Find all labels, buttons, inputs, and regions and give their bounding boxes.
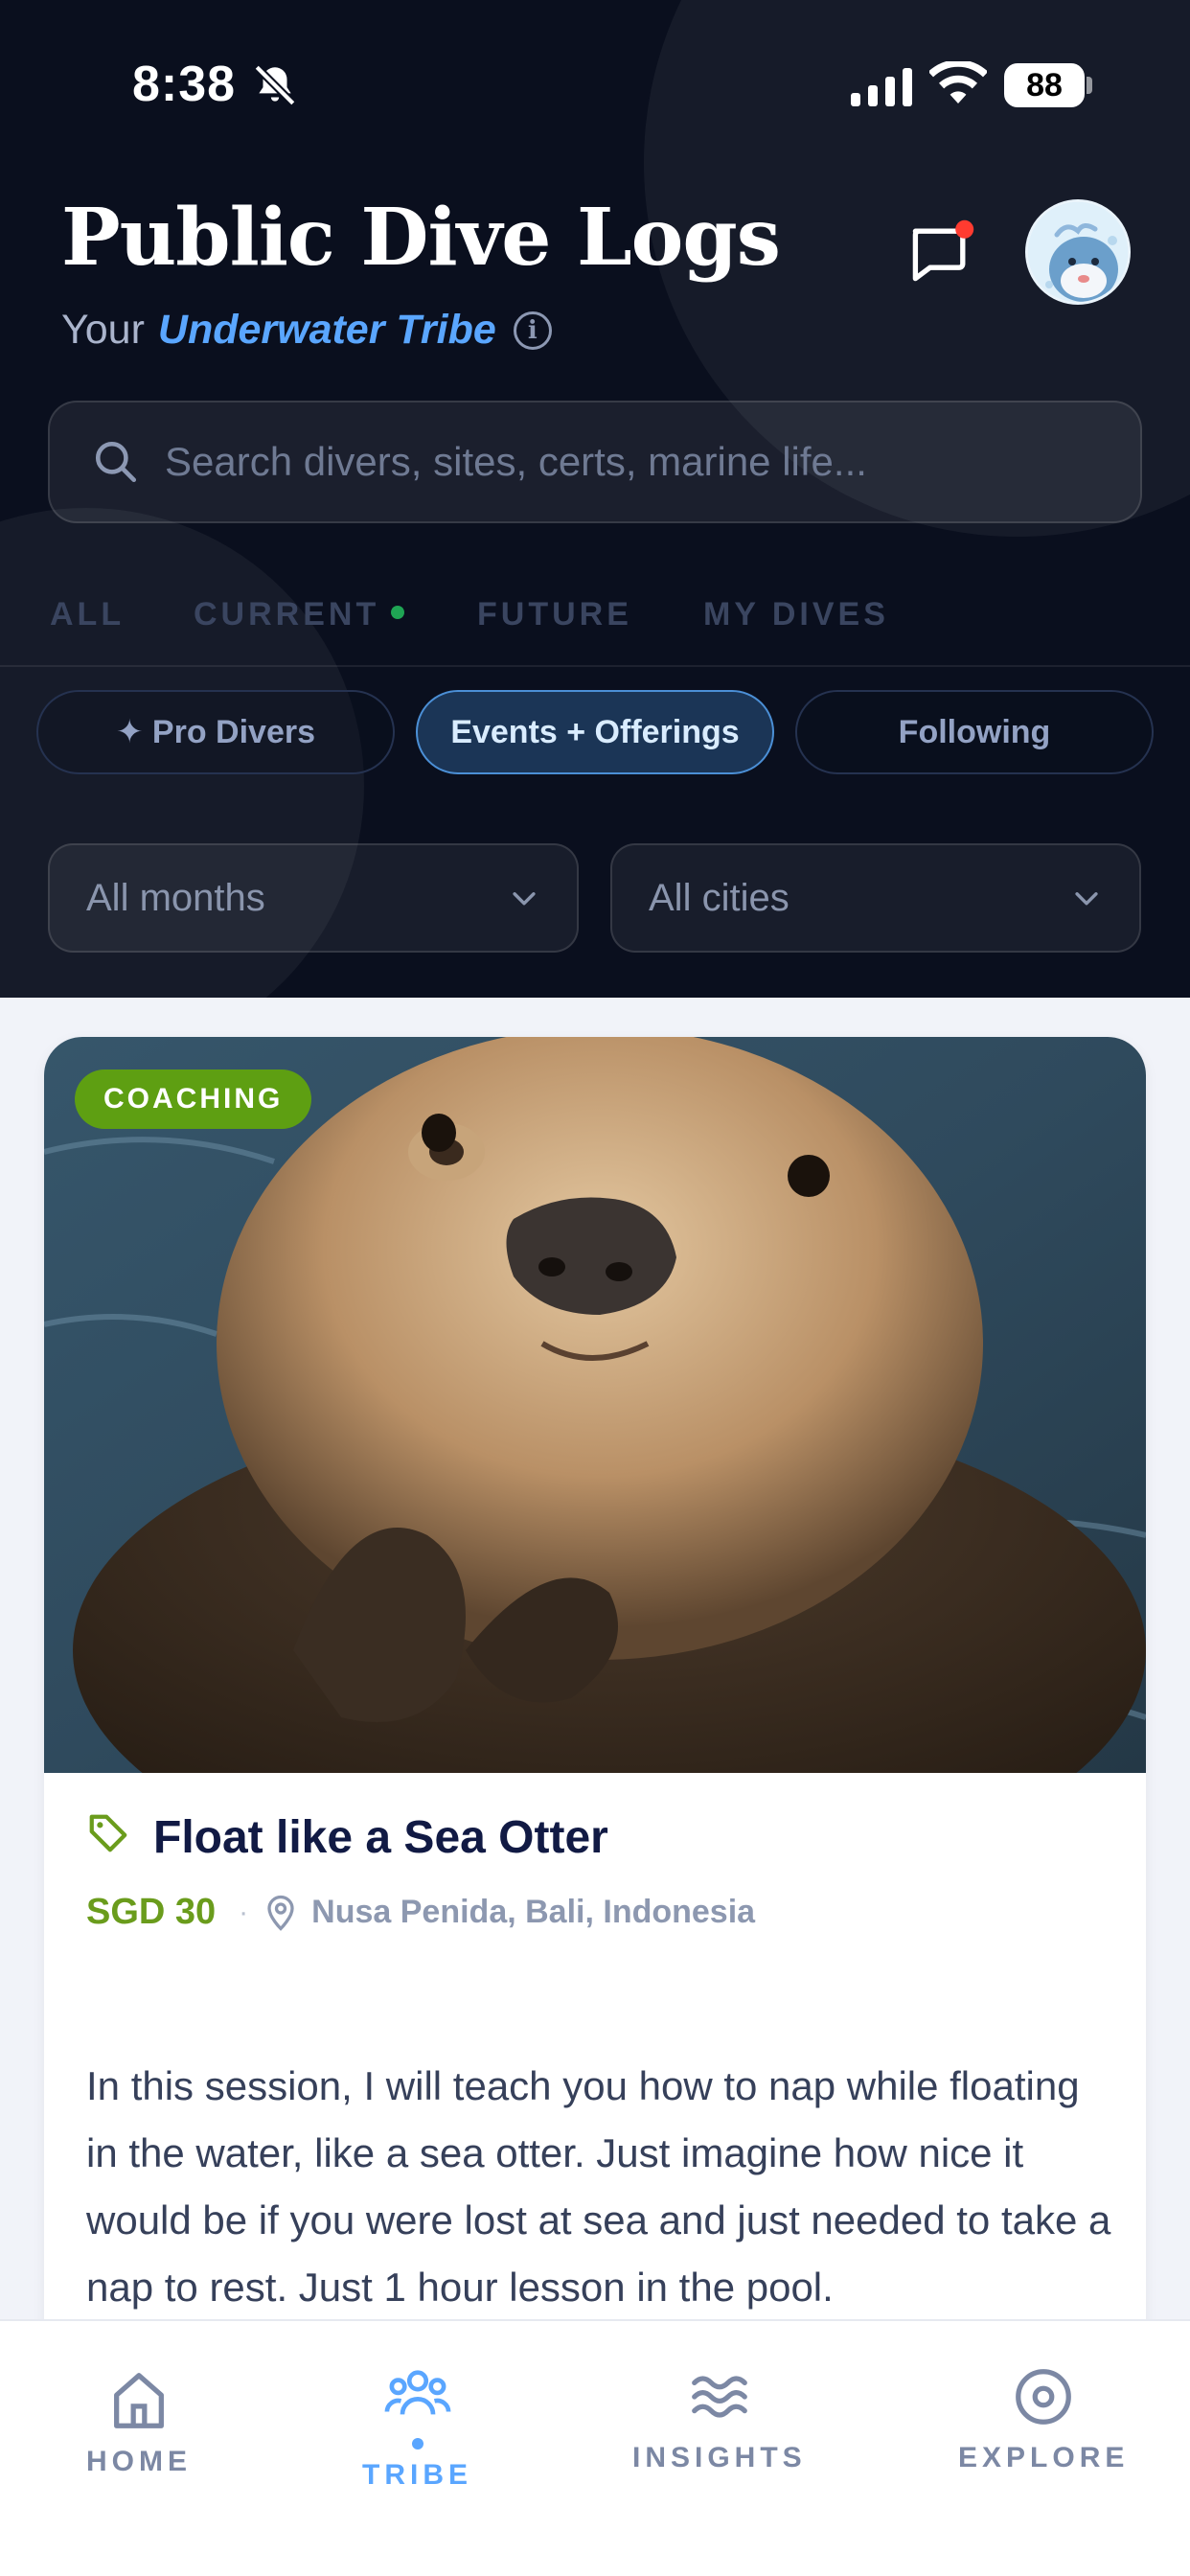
live-indicator-dot	[391, 606, 405, 620]
event-description: In this session, I will teach you how to…	[86, 2063, 1111, 2310]
header: 8:38 88 Public Dive Logs Your Underwater…	[0, 0, 1190, 998]
tribe-icon	[384, 2370, 450, 2415]
chip-following[interactable]: Following	[795, 690, 1154, 774]
subtitle: Your Underwater Tribe i	[61, 307, 552, 354]
tab-current-label: CURRENT	[194, 596, 380, 632]
messages-button[interactable]	[904, 217, 977, 289]
nav-explore-label: EXPLORE	[958, 2442, 1130, 2473]
chip-pro-divers[interactable]: ✦ Pro Divers	[36, 690, 395, 774]
battery-cap	[1087, 77, 1092, 94]
nav-tribe[interactable]: TRIBE	[362, 2361, 472, 2492]
tab-bar: ALL CURRENT FUTURE MY DIVES	[0, 575, 1190, 667]
month-filter-value: All months	[86, 876, 265, 919]
status-time: 8:38	[132, 57, 237, 112]
event-meta: SGD 30 · Nusa Penida, Bali, Indonesia	[86, 1892, 755, 1933]
sea-otter-photo	[44, 1037, 1146, 1773]
home-icon	[114, 2373, 164, 2428]
chevron-down-icon	[513, 892, 536, 906]
event-price: SGD 30	[86, 1892, 217, 1932]
tab-all-label: ALL	[50, 596, 126, 632]
subtitle-prefix: Your	[61, 307, 145, 353]
info-icon[interactable]: i	[513, 310, 552, 350]
city-filter-value: All cities	[649, 876, 790, 919]
tab-my-dives[interactable]: MY DIVES	[703, 596, 889, 633]
meta-separator: ·	[239, 1896, 249, 1928]
event-location: Nusa Penida, Bali, Indonesia	[311, 1894, 756, 1930]
waves-icon	[691, 2376, 747, 2418]
avatar[interactable]	[1025, 199, 1131, 305]
tab-future-label: FUTURE	[477, 596, 632, 632]
tab-future[interactable]: FUTURE	[477, 596, 632, 633]
explore-icon	[1016, 2369, 1072, 2425]
nav-insights-label: INSIGHTS	[632, 2442, 807, 2473]
tab-my-dives-label: MY DIVES	[703, 596, 889, 632]
tab-all[interactable]: ALL	[50, 596, 125, 633]
search-icon	[95, 441, 137, 483]
bottom-navigation: HOME TRIBE INSIGHTS EXPLORE	[0, 2319, 1190, 2576]
search-input[interactable]	[165, 439, 1140, 485]
battery-indicator: 88	[1004, 63, 1085, 107]
nav-home[interactable]: HOME	[86, 2367, 192, 2478]
nav-home-label: HOME	[86, 2446, 192, 2477]
page-title: Public Dive Logs	[61, 192, 781, 284]
nav-tribe-label: TRIBE	[362, 2459, 472, 2491]
wifi-icon	[929, 61, 987, 104]
active-indicator-dot	[411, 2438, 423, 2450]
search-bar[interactable]	[48, 401, 1142, 523]
bell-slash-icon	[254, 64, 296, 106]
nav-explore[interactable]: EXPLORE	[958, 2363, 1129, 2474]
event-title[interactable]: Float like a Sea Otter	[153, 1811, 608, 1864]
nav-insights[interactable]: INSIGHTS	[632, 2363, 807, 2474]
cellular-signal-icon	[851, 68, 912, 106]
category-badge: COACHING	[75, 1070, 312, 1129]
chip-events-offerings[interactable]: Events + Offerings	[416, 690, 774, 774]
tab-current[interactable]: CURRENT	[194, 596, 405, 633]
city-filter-dropdown[interactable]: All cities	[610, 843, 1141, 953]
tag-icon	[89, 1814, 127, 1852]
notification-dot	[955, 219, 974, 239]
location-pin-icon	[267, 1895, 294, 1931]
month-filter-dropdown[interactable]: All months	[48, 843, 579, 953]
subtitle-accent: Underwater Tribe	[157, 307, 496, 353]
chevron-down-icon	[1075, 892, 1098, 906]
